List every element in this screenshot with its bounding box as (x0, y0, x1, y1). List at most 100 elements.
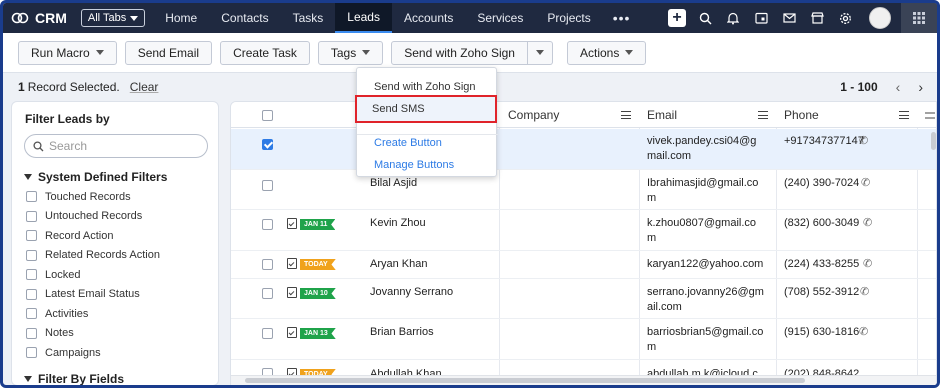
email-cell[interactable]: Ibrahimasjid@gmail.co m (647, 176, 758, 206)
run-macro-button[interactable]: Run Macro (18, 40, 117, 65)
filter-item-campaigns[interactable]: Campaigns (26, 343, 218, 363)
tab-services[interactable]: Services (465, 3, 535, 33)
column-menu-icon[interactable] (758, 111, 768, 119)
row-checkbox[interactable] (262, 328, 273, 339)
filter-item-untouched[interactable]: Untouched Records (26, 207, 218, 227)
phone-icon[interactable]: ✆ (863, 257, 872, 270)
avatar[interactable] (869, 7, 891, 29)
scrollbar-thumb[interactable] (245, 378, 805, 383)
row-checkbox[interactable] (262, 139, 273, 150)
email-cell[interactable]: barriosbrian5@gmail.co m (647, 325, 763, 355)
phone-cell[interactable]: (240) 390-7024 (784, 176, 859, 191)
phone-cell[interactable]: (708) 552-3912 (784, 285, 859, 300)
row-checkbox[interactable] (262, 259, 273, 270)
tab-home[interactable]: Home (153, 3, 209, 33)
filter-item-touched[interactable]: Touched Records (26, 187, 218, 207)
vertical-scrollbar[interactable] (931, 132, 936, 150)
column-menu-icon[interactable] (621, 111, 631, 119)
lead-name[interactable]: Aryan Khan (370, 257, 427, 272)
column-header-company[interactable]: Company (508, 102, 639, 128)
apps-grid-button[interactable] (901, 3, 937, 33)
task-icon[interactable] (287, 258, 297, 269)
create-button[interactable]: + (663, 3, 691, 33)
horizontal-scrollbar[interactable] (231, 375, 936, 385)
row-checkbox[interactable] (262, 180, 273, 191)
row-checkbox[interactable] (262, 288, 273, 299)
logo[interactable]: CRM (11, 10, 67, 26)
menu-item-manage-buttons[interactable]: Manage Buttons (357, 154, 498, 176)
tab-accounts[interactable]: Accounts (392, 3, 465, 33)
tags-button[interactable]: Tags (317, 40, 384, 65)
tab-projects[interactable]: Projects (535, 3, 602, 33)
filter-item-activities[interactable]: Activities (26, 304, 218, 324)
phone-icon[interactable]: ✆ (863, 216, 872, 229)
phone-icon[interactable]: ✆ (860, 285, 869, 298)
search-button[interactable] (691, 3, 719, 33)
lead-name[interactable]: Jovanny Serrano (370, 285, 453, 300)
all-tabs-button[interactable]: All Tabs (80, 9, 146, 27)
table-row[interactable]: JAN 10 Jovanny Serrano serrano.jovanny26… (231, 279, 936, 319)
more-actions-dropdown-toggle[interactable] (527, 40, 553, 65)
filter-search-input[interactable]: Search (24, 134, 208, 158)
tab-contacts[interactable]: Contacts (209, 3, 280, 33)
actions-button[interactable]: Actions (566, 40, 647, 65)
table-row[interactable]: Bilal Asjid Ibrahimasjid@gmail.co m (240)… (231, 170, 936, 210)
phone-cell[interactable]: (915) 630-1816 (784, 325, 859, 340)
email-cell[interactable]: k.zhou0807@gmail.co m (647, 216, 756, 246)
checkbox[interactable] (26, 210, 37, 222)
marketplace-button[interactable] (803, 3, 831, 33)
lead-name[interactable]: Brian Barrios (370, 325, 434, 340)
checkbox[interactable] (26, 249, 37, 261)
phone-icon[interactable]: ✆ (861, 176, 870, 189)
column-settings-button[interactable] (925, 102, 936, 128)
row-checkbox[interactable] (262, 219, 273, 230)
column-menu-icon[interactable] (899, 111, 909, 119)
table-row[interactable]: JAN 11 Kevin Zhou k.zhou0807@gmail.co m (… (231, 210, 936, 251)
checkbox[interactable] (26, 230, 37, 242)
task-icon[interactable] (287, 287, 297, 298)
lead-name[interactable]: Kevin Zhou (370, 216, 426, 231)
prev-page-icon[interactable]: ‹ (896, 79, 901, 95)
calendar-button[interactable] (747, 3, 775, 33)
notifications-button[interactable] (719, 3, 747, 33)
send-zoho-sign-button[interactable]: Send with Zoho Sign (391, 40, 528, 65)
lead-name[interactable]: Bilal Asjid (370, 176, 417, 191)
task-icon[interactable] (287, 327, 297, 338)
filter-item-related-records-action[interactable]: Related Records Action (26, 246, 218, 266)
mail-button[interactable] (775, 3, 803, 33)
checkbox[interactable] (26, 269, 37, 281)
phone-cell[interactable]: (224) 433-8255 (784, 257, 859, 272)
tab-tasks[interactable]: Tasks (281, 3, 336, 33)
filter-item-record-action[interactable]: Record Action (26, 226, 218, 246)
checkbox[interactable] (26, 308, 37, 320)
column-header-email[interactable]: Email (647, 102, 776, 128)
phone-cell[interactable]: (832) 600-3049 (784, 216, 859, 231)
menu-item-create-button[interactable]: Create Button (357, 132, 498, 154)
filter-by-fields-header[interactable]: Filter By Fields (24, 372, 218, 385)
column-header-phone[interactable]: Phone (784, 102, 917, 128)
filter-item-latest-email-status[interactable]: Latest Email Status (26, 285, 218, 305)
table-row[interactable]: vivek.pandey.csi04@g mail.com +9173473771… (231, 129, 936, 170)
create-task-button[interactable]: Create Task (220, 40, 310, 65)
table-row[interactable]: JAN 13 Brian Barrios barriosbrian5@gmail… (231, 319, 936, 360)
menu-item-send-sms[interactable]: Send SMS (355, 95, 497, 123)
send-email-button[interactable]: Send Email (124, 40, 213, 65)
select-all-checkbox[interactable] (262, 110, 273, 121)
checkbox[interactable] (26, 191, 37, 203)
filter-item-locked[interactable]: Locked (26, 265, 218, 285)
more-tabs-button[interactable]: ••• (603, 3, 641, 33)
checkbox[interactable] (26, 347, 37, 359)
next-page-icon[interactable]: › (918, 79, 923, 95)
task-icon[interactable] (287, 218, 297, 229)
tab-leads[interactable]: Leads (335, 3, 392, 33)
email-cell[interactable]: karyan122@yahoo.com (647, 257, 763, 272)
clear-selection-link[interactable]: Clear (130, 80, 159, 94)
email-cell[interactable]: vivek.pandey.csi04@g mail.com (647, 134, 756, 164)
filter-item-notes[interactable]: Notes (26, 324, 218, 344)
system-filters-header[interactable]: System Defined Filters (24, 170, 218, 184)
phone-icon[interactable]: ✆ (859, 325, 868, 338)
phone-cell[interactable]: +917347377147 (784, 134, 864, 149)
phone-icon[interactable]: ✆ (859, 134, 868, 147)
checkbox[interactable] (26, 288, 37, 300)
table-row[interactable]: TODAY Aryan Khan karyan122@yahoo.com (22… (231, 251, 936, 279)
